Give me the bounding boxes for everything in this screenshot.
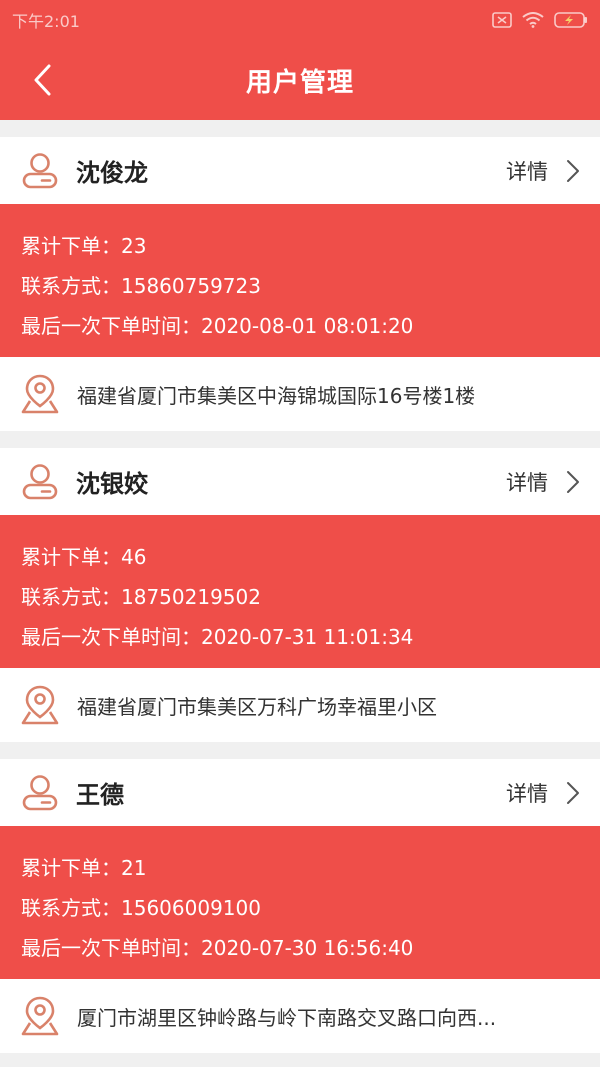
user-card: 沈俊龙 详情 累计下单：23 联系方式：15860759723 最后一次下单时间… xyxy=(0,137,600,431)
page-title: 用户管理 xyxy=(245,67,354,98)
chevron-right-icon xyxy=(567,159,579,182)
last-order-time: 最后一次下单时间：2020-07-31 11:01:34 xyxy=(21,625,414,649)
user-address-row: 福建省厦门市集美区万科广场幸福里小区 xyxy=(0,668,600,742)
user-name: 王德 xyxy=(76,781,124,809)
user-list: 沈俊龙 详情 累计下单：23 联系方式：15860759723 最后一次下单时间… xyxy=(0,120,600,1053)
chevron-right-icon xyxy=(567,470,579,493)
last-order-time: 最后一次下单时间：2020-07-30 16:56:40 xyxy=(21,936,414,960)
order-count: 累计下单：23 xyxy=(21,234,147,258)
back-button[interactable] xyxy=(22,60,62,100)
detail-label: 详情 xyxy=(506,781,548,806)
last-order-time: 最后一次下单时间：2020-08-01 08:01:20 xyxy=(21,314,414,338)
address-text: 福建省厦门市集美区万科广场幸福里小区 xyxy=(77,694,437,719)
order-count: 累计下单：46 xyxy=(21,545,147,569)
detail-label: 详情 xyxy=(506,470,548,495)
address-text: 厦门市湖里区钟岭路与岭下南路交叉路口向西... xyxy=(77,1005,497,1030)
user-address-row: 厦门市湖里区钟岭路与岭下南路交叉路口向西... xyxy=(0,979,600,1053)
user-name: 沈俊龙 xyxy=(76,159,148,187)
status-time: 下午2:01 xyxy=(12,12,80,31)
user-card: 沈银姣 详情 累计下单：46 联系方式：18750219502 最后一次下单时间… xyxy=(0,448,600,742)
status-bar: 下午2:01 xyxy=(0,0,600,40)
order-count: 累计下单：21 xyxy=(21,856,147,880)
location-pin-icon xyxy=(19,372,61,416)
user-card-header: 沈俊龙 详情 xyxy=(0,137,600,204)
user-icon xyxy=(20,773,60,813)
contact-phone: 联系方式：15606009100 xyxy=(21,896,261,920)
user-stats: 累计下单：46 联系方式：18750219502 最后一次下单时间：2020-0… xyxy=(0,515,600,668)
nav-bar: 用户管理 xyxy=(0,40,600,120)
detail-button[interactable]: 详情 xyxy=(506,778,580,808)
wifi-icon xyxy=(522,12,544,28)
user-stats: 累计下单：23 联系方式：15860759723 最后一次下单时间：2020-0… xyxy=(0,204,600,357)
contact-phone: 联系方式：18750219502 xyxy=(21,585,261,609)
location-pin-icon xyxy=(19,683,61,727)
address-text: 福建省厦门市集美区中海锦城国际16号楼1楼 xyxy=(77,383,476,408)
detail-button[interactable]: 详情 xyxy=(506,467,580,497)
chevron-left-icon xyxy=(34,64,51,96)
user-card-header: 王德 详情 xyxy=(0,759,600,826)
user-name: 沈银姣 xyxy=(76,470,148,498)
location-pin-icon xyxy=(19,994,61,1038)
chevron-right-icon xyxy=(567,781,579,804)
user-icon xyxy=(20,151,60,191)
sim-off-icon xyxy=(492,12,512,28)
detail-label: 详情 xyxy=(506,159,548,184)
user-address-row: 福建省厦门市集美区中海锦城国际16号楼1楼 xyxy=(0,357,600,431)
contact-phone: 联系方式：15860759723 xyxy=(21,274,261,298)
user-stats: 累计下单：21 联系方式：15606009100 最后一次下单时间：2020-0… xyxy=(0,826,600,979)
user-card: 王德 详情 累计下单：21 联系方式：15606009100 最后一次下单时间：… xyxy=(0,759,600,1053)
battery-charging-icon xyxy=(554,12,588,28)
user-card-header: 沈银姣 详情 xyxy=(0,448,600,515)
detail-button[interactable]: 详情 xyxy=(506,156,580,186)
user-icon xyxy=(20,462,60,502)
status-icons xyxy=(492,12,588,28)
